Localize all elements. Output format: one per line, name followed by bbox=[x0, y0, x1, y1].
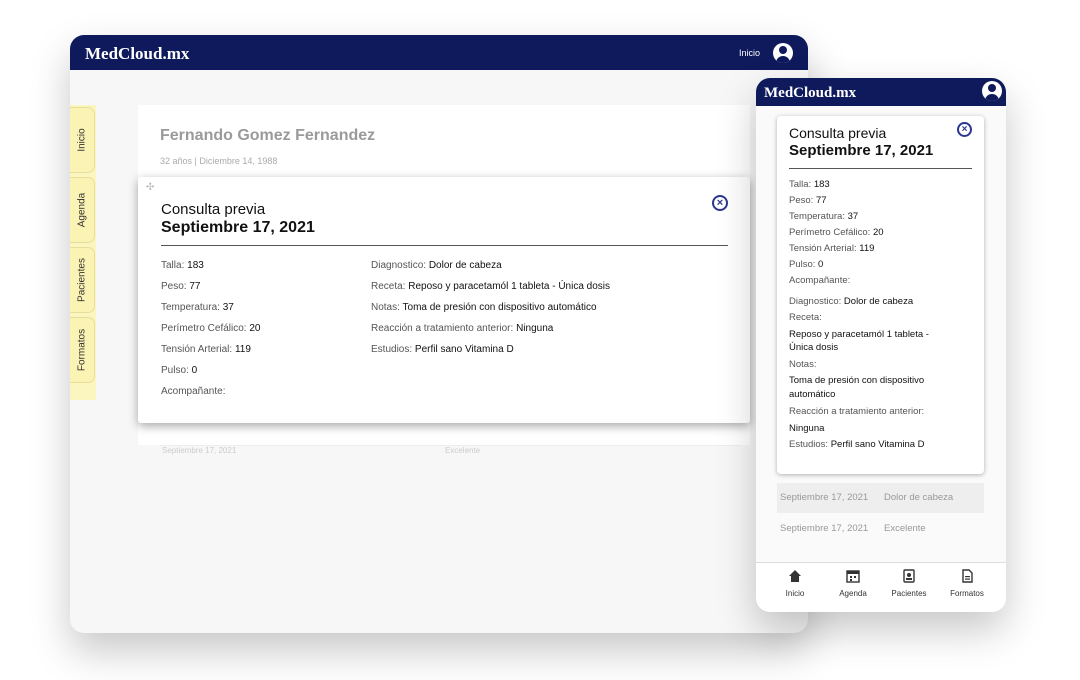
field-receta-value-1: Reposo y paracetamól 1 tableta - bbox=[789, 329, 929, 340]
field-reaccion: Reacción a tratamiento anterior: Ninguna bbox=[371, 323, 554, 334]
modal-date: Septiembre 17, 2021 bbox=[789, 142, 934, 159]
field-estudios: Estudios: Perfil sano Vitamina D bbox=[371, 344, 514, 355]
home-icon bbox=[788, 569, 802, 583]
desktop-window: MedCloud.mx Inicio Inicio Agenda Pacient… bbox=[70, 35, 808, 633]
consulta-modal: ✣ Consulta previa Septiembre 17, 2021 × … bbox=[138, 177, 750, 423]
field-notas-value-2: automático bbox=[789, 389, 836, 400]
divider bbox=[789, 168, 972, 169]
mobile-header: MedCloud.mx bbox=[756, 78, 1006, 106]
consulta-card-mobile: Consulta previa Septiembre 17, 2021 × Ta… bbox=[777, 116, 984, 474]
document-icon bbox=[960, 569, 974, 583]
close-icon[interactable]: × bbox=[712, 195, 728, 211]
drag-handle-icon[interactable]: ✣ bbox=[146, 182, 154, 193]
field-tension: Tensión Arterial: 119 bbox=[161, 344, 251, 355]
field-perimetro: Perímetro Cefálico: 20 bbox=[789, 227, 884, 238]
field-temperatura: Temperatura: 37 bbox=[789, 211, 859, 222]
patient-subtitle: 32 años | Diciembre 14, 1988 bbox=[160, 156, 278, 166]
field-temperatura: Temperatura: 37 bbox=[161, 302, 234, 313]
side-tabs: Inicio Agenda Pacientes Formatos bbox=[70, 105, 96, 400]
brand-logo[interactable]: MedCloud.mx bbox=[85, 44, 189, 64]
close-icon[interactable]: × bbox=[957, 122, 972, 137]
modal-date: Septiembre 17, 2021 bbox=[161, 219, 315, 236]
field-notas-value-1: Toma de presión con dispositivo bbox=[789, 375, 925, 386]
nav-agenda[interactable]: Agenda bbox=[825, 569, 881, 598]
home-link[interactable]: Inicio bbox=[739, 48, 760, 58]
calendar-icon bbox=[846, 569, 860, 583]
tab-inicio[interactable]: Inicio bbox=[70, 107, 95, 173]
field-notas-label: Notas: bbox=[789, 359, 817, 370]
field-reaccion-value: Ninguna bbox=[789, 423, 825, 434]
nav-pacientes[interactable]: Pacientes bbox=[881, 569, 937, 598]
user-avatar-icon[interactable] bbox=[773, 43, 793, 63]
user-avatar-icon[interactable] bbox=[982, 81, 1002, 101]
nav-inicio[interactable]: Inicio bbox=[767, 569, 823, 598]
patient-name: Fernando Gomez Fernandez bbox=[160, 127, 376, 144]
field-diagnostico: Diagnostico: Dolor de cabeza bbox=[789, 296, 914, 307]
field-receta: Receta: Reposo y paracetamól 1 tableta -… bbox=[371, 281, 611, 292]
contacts-icon bbox=[902, 569, 916, 583]
desktop-header: MedCloud.mx Inicio bbox=[70, 35, 808, 70]
divider bbox=[161, 245, 728, 246]
field-estudios: Estudios: Perfil sano Vitamina D bbox=[789, 439, 925, 450]
field-receta-value-2: Única dosis bbox=[789, 342, 839, 353]
field-peso: Peso: 77 bbox=[161, 281, 201, 292]
field-peso: Peso: 77 bbox=[789, 195, 827, 206]
field-pulso: Pulso: 0 bbox=[789, 259, 824, 270]
tab-pacientes[interactable]: Pacientes bbox=[70, 247, 95, 313]
mobile-window: MedCloud.mx Consulta previa Septiembre 1… bbox=[756, 78, 1006, 612]
table-row[interactable]: Septiembre 17, 2021 Excelente bbox=[160, 445, 740, 456]
brand-logo[interactable]: MedCloud.mx bbox=[764, 85, 856, 102]
field-talla: Talla: 183 bbox=[161, 260, 204, 271]
field-notas: Notas: Toma de presión con dispositivo a… bbox=[371, 302, 597, 313]
field-perimetro: Perímetro Cefálico: 20 bbox=[161, 323, 261, 334]
field-receta-label: Receta: bbox=[789, 312, 822, 323]
field-talla: Talla: 183 bbox=[789, 179, 830, 190]
bottom-nav: Inicio Agenda Pacientes Formatos bbox=[756, 562, 1006, 612]
field-pulso: Pulso: 0 bbox=[161, 365, 198, 376]
list-item[interactable]: Septiembre 17, 2021 Excelente bbox=[777, 514, 984, 544]
modal-title: Consulta previa bbox=[789, 125, 887, 141]
nav-formatos[interactable]: Formatos bbox=[939, 569, 995, 598]
tab-agenda[interactable]: Agenda bbox=[70, 177, 95, 243]
field-acompanante: Acompañante: bbox=[161, 386, 226, 397]
tab-formatos[interactable]: Formatos bbox=[70, 317, 95, 383]
field-acompanante: Acompañante: bbox=[789, 275, 851, 286]
list-item[interactable]: Septiembre 17, 2021 Dolor de cabeza bbox=[777, 483, 984, 513]
modal-title: Consulta previa bbox=[161, 201, 266, 218]
field-reaccion-label: Reacción a tratamiento anterior: bbox=[789, 406, 925, 417]
field-diagnostico: Diagnostico: Dolor de cabeza bbox=[371, 260, 502, 271]
field-tension: Tensión Arterial: 119 bbox=[789, 243, 875, 254]
